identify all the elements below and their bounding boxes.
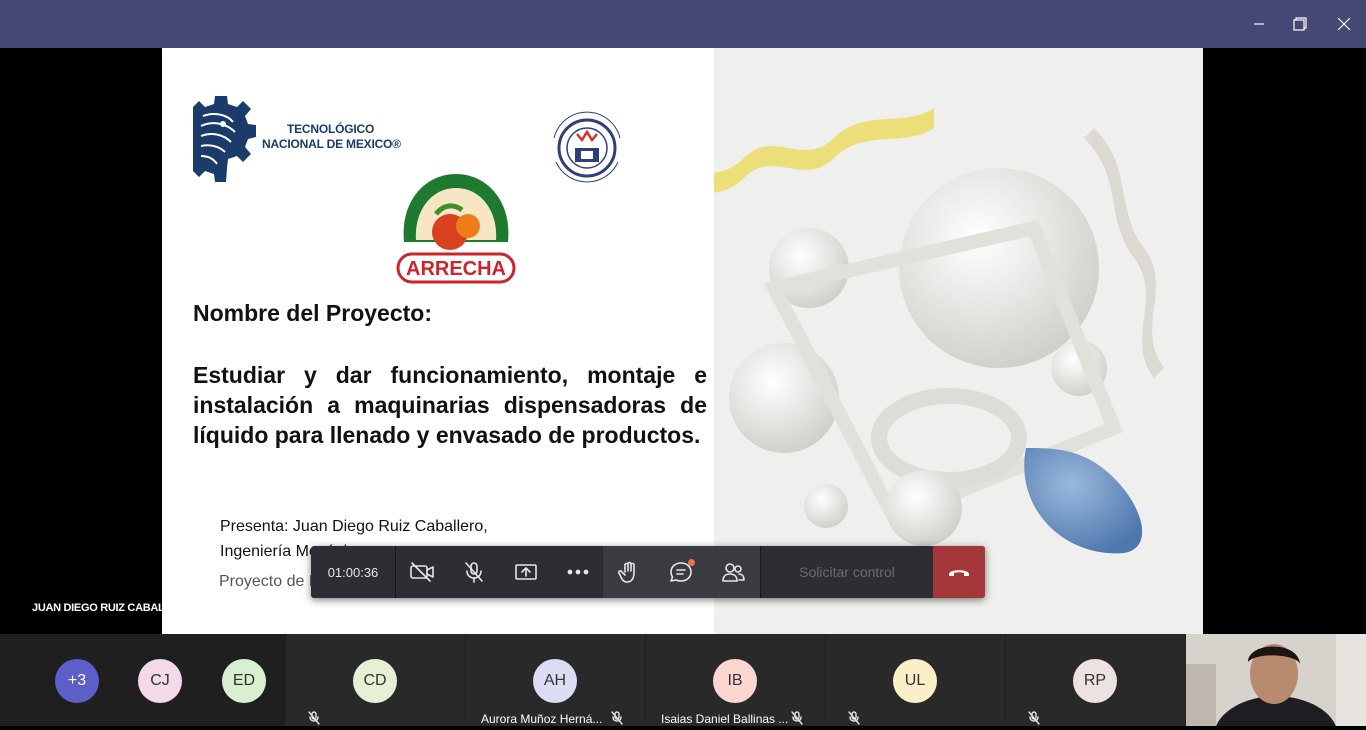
avatar[interactable]: ED (222, 659, 266, 703)
self-video-preview[interactable] (1186, 634, 1366, 726)
participants-button[interactable] (708, 546, 758, 598)
avatar: CD (353, 659, 397, 703)
participant-tile[interactable]: UL (826, 634, 1005, 726)
participant-tile[interactable]: RP (1006, 634, 1185, 726)
participant-tile[interactable]: IB Isaias Daniel Ballinas ... (646, 634, 825, 726)
tecnm-line1: TECNOLÓGICO (287, 122, 375, 136)
ittg-seal-logo (553, 111, 621, 183)
muted-indicator (791, 711, 803, 730)
more-actions-button[interactable] (553, 546, 603, 598)
close-button[interactable] (1322, 0, 1366, 48)
self-video-frame (1186, 634, 1366, 726)
avatar: UL (893, 659, 937, 703)
participant-strip: +3 CJ ED CD AH Aurora Muñoz Herná... IB … (0, 634, 1366, 726)
presenter-name-tag: JUAN DIEGO RUIZ CABALLERO (32, 602, 194, 614)
avatar-initials: IB (727, 672, 743, 689)
participant-tile[interactable]: CD (286, 634, 465, 726)
window-title-bar (0, 0, 1366, 48)
project-heading: Nombre del Proyecto: (193, 300, 432, 326)
tecnm-wordmark: TECNOLÓGICO NACIONAL DE MEXICO® (262, 122, 401, 152)
minimize-icon (1254, 23, 1264, 25)
overflow-count: +3 (67, 672, 87, 689)
camera-toggle-button[interactable] (397, 546, 447, 598)
hang-up-icon (949, 570, 969, 576)
restore-icon (1293, 17, 1307, 31)
participant-name: Aurora Muñoz Herná... (481, 712, 603, 726)
mic-off-icon (465, 562, 483, 583)
muted-indicator (308, 711, 320, 730)
mic-off-icon (791, 711, 803, 725)
close-icon (1337, 17, 1351, 31)
avatar: AH (533, 659, 577, 703)
participant-name: Isaias Daniel Ballinas ... (661, 712, 789, 726)
avatar-initials: AH (543, 672, 567, 689)
restore-button[interactable] (1278, 0, 1322, 48)
divider (760, 546, 761, 598)
avatar: RP (1073, 659, 1117, 703)
arrecha-brand-logo: ARRECHA (396, 174, 516, 284)
share-tray-icon (515, 564, 537, 580)
project-description: Estudiar y dar funcionamiento, montaje e… (193, 362, 707, 448)
avatar-initials: CD (363, 672, 387, 689)
avatar-initials: RP (1083, 672, 1107, 689)
mic-toggle-button[interactable] (449, 546, 499, 598)
participant-tile[interactable]: AH Aurora Muñoz Herná... (466, 634, 645, 726)
avatar: IB (713, 659, 757, 703)
more-icon (567, 569, 589, 575)
request-control-button[interactable]: Solicitar control (762, 546, 932, 598)
muted-indicator (1028, 711, 1040, 730)
avatar-initials: ED (232, 672, 256, 689)
presenter-line1: Presenta: Juan Diego Ruiz Caballero, (220, 518, 488, 535)
mic-off-icon (848, 711, 860, 725)
chat-button[interactable] (656, 546, 706, 598)
call-timer: 01:00:36 (327, 564, 379, 580)
hang-up-button[interactable] (933, 546, 985, 598)
raise-hand-icon (618, 561, 635, 583)
avatar-initials: CJ (150, 672, 170, 689)
tecnm-line2: NACIONAL DE MEXICO® (262, 137, 401, 151)
tecnm-logo (193, 96, 256, 182)
mic-off-icon (308, 711, 320, 725)
raise-hand-button[interactable] (604, 546, 654, 598)
minimize-button[interactable] (1237, 0, 1281, 48)
mic-off-icon (611, 711, 623, 725)
mic-off-icon (1028, 711, 1040, 725)
share-tray-button[interactable] (501, 546, 551, 598)
avatar[interactable]: CJ (138, 659, 182, 703)
divider (395, 546, 396, 598)
camera-off-icon (410, 562, 434, 582)
muted-indicator (611, 711, 623, 730)
participants-icon (722, 563, 745, 582)
overflow-participants-button[interactable]: +3 (55, 659, 99, 703)
arrecha-wordmark: ARRECHA (406, 258, 506, 280)
call-control-bar: 01:00:36 Solicitar control (311, 546, 985, 598)
avatar-initials: UL (904, 672, 926, 689)
unread-indicator (688, 559, 695, 566)
participant-tile-group: +3 CJ ED (0, 634, 285, 726)
muted-indicator (848, 711, 860, 730)
